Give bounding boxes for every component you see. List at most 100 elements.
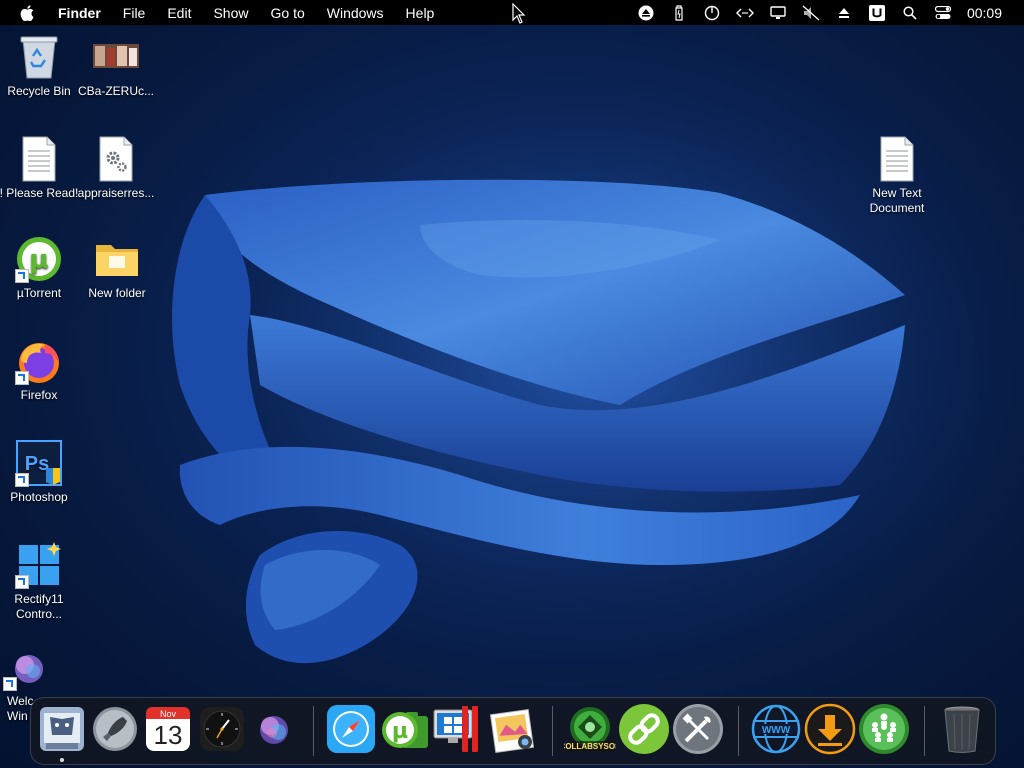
utorrent-icon: µ — [382, 712, 428, 748]
dock-photos[interactable] — [486, 703, 538, 755]
dock-network[interactable] — [858, 703, 910, 755]
firefox-icon — [15, 337, 63, 385]
mouse-cursor-icon — [512, 3, 526, 24]
svg-text:Ps: Ps — [25, 453, 49, 475]
desktop-icon-label: Rectify11 Contro... — [14, 592, 64, 621]
svg-text:µ: µ — [29, 245, 48, 275]
text-file-icon — [15, 135, 63, 183]
desktop-icon-new-text-document[interactable]: New Text Document — [855, 135, 939, 216]
shortcut-arrow-icon — [15, 269, 29, 283]
shortcut-arrow-icon — [15, 371, 29, 385]
desktop-icon-label: µTorrent — [16, 286, 62, 300]
image-thumbnail-icon — [92, 33, 140, 81]
control-center-icon[interactable] — [934, 5, 952, 21]
desktop-icon-label: appraiserres... — [77, 186, 155, 200]
network-people-icon — [859, 704, 909, 754]
shortcut-arrow-icon — [15, 473, 29, 487]
dock-separator — [924, 706, 925, 756]
menu-windows[interactable]: Windows — [327, 5, 384, 21]
eject-icon[interactable] — [637, 5, 655, 21]
dock-calendar[interactable]: Nov 13 — [142, 703, 194, 755]
desktop-icon-photoshop[interactable]: Ps Photoshop — [0, 439, 81, 505]
dock-safari[interactable] — [325, 703, 377, 755]
dock-www[interactable]: WWW — [750, 703, 802, 755]
calendar-month: Nov — [160, 709, 177, 719]
collabsysos-icon: COLLABSYSOS — [564, 707, 616, 751]
rocket-icon — [93, 707, 137, 751]
running-indicator — [60, 758, 64, 762]
muted-icon[interactable] — [802, 5, 820, 21]
dock-utorrent[interactable]: µ — [378, 703, 430, 755]
photoshop-icon: Ps — [15, 439, 63, 487]
dock-download[interactable] — [804, 703, 856, 755]
u-badge-icon[interactable] — [868, 4, 886, 21]
power-icon[interactable] — [703, 5, 721, 21]
desktop-icon-please-read[interactable]: ! Please Read! — [0, 135, 81, 201]
siri-orb-icon — [260, 716, 288, 744]
display-icon[interactable] — [769, 5, 787, 21]
battery-icon[interactable] — [670, 4, 688, 21]
desktop-icon-image-file[interactable]: CBa-ZERUc... — [74, 33, 158, 99]
collabsysos-label: COLLABSYSOS — [564, 742, 616, 751]
utorrent-icon: µ — [15, 235, 63, 283]
shortcut-arrow-icon — [15, 575, 29, 589]
dock-siri[interactable] — [247, 703, 299, 755]
dock-collabsysos[interactable]: COLLABSYSOS — [564, 703, 616, 755]
tools-icon — [673, 704, 723, 754]
desktop-icon-utorrent[interactable]: µ µTorrent — [0, 235, 81, 301]
calendar-day: 13 — [154, 720, 183, 750]
menu-app-name[interactable]: Finder — [58, 5, 101, 21]
dock-finder[interactable] — [36, 703, 88, 755]
welcome-orb-icon — [3, 643, 51, 691]
desktop-icon-appraiserres[interactable]: appraiserres... — [74, 135, 158, 201]
desktop-icon-rectify11[interactable]: Rectify11 Contro... — [0, 541, 81, 622]
dock-separator — [313, 706, 314, 756]
recycle-bin-icon — [15, 33, 63, 81]
folder-icon — [93, 235, 141, 283]
desktop-icon-label: New folder — [88, 286, 146, 300]
dock-separator — [738, 706, 739, 756]
desktop-icon-label: Firefox — [20, 388, 58, 402]
menu-go-to[interactable]: Go to — [271, 5, 305, 21]
menu-show[interactable]: Show — [213, 5, 248, 21]
menu-edit[interactable]: Edit — [167, 5, 191, 21]
desktop-icon-firefox[interactable]: Firefox — [0, 337, 81, 403]
parallels-icon — [433, 706, 478, 752]
search-icon[interactable] — [901, 5, 919, 21]
desktop-icon-label: Recycle Bin — [7, 84, 71, 98]
dock-trash[interactable] — [936, 703, 988, 755]
code-icon[interactable] — [735, 5, 754, 21]
chain-link-icon — [619, 704, 669, 754]
desktop-icon-label: Photoshop — [10, 490, 68, 504]
dock-parallels[interactable] — [432, 703, 484, 755]
dock-link[interactable] — [618, 703, 670, 755]
menu-clock[interactable]: 00:09 — [967, 5, 1002, 21]
desktop-icon-new-folder[interactable]: New folder — [75, 235, 159, 301]
text-file-icon — [873, 135, 921, 183]
status-area: 00:09 — [637, 0, 1024, 25]
calendar-icon: Nov 13 — [146, 707, 190, 751]
menu-file[interactable]: File — [123, 5, 146, 21]
download-arrow-icon — [804, 703, 856, 755]
photos-icon — [489, 708, 535, 754]
desktop-icon-recycle-bin[interactable]: Recycle Bin — [0, 33, 81, 99]
dock-launchpad[interactable] — [89, 703, 141, 755]
dock: Nov 13 µ OLLABSYSO WWW — [30, 697, 996, 765]
settings-file-icon — [92, 135, 140, 183]
dock-clock[interactable] — [196, 703, 248, 755]
svg-text:WWW: WWW — [762, 725, 791, 736]
menu-help[interactable]: Help — [406, 5, 435, 21]
windows-logo-icon — [15, 541, 63, 589]
desktop-icon-label: New Text Document — [869, 186, 925, 215]
dock-separator — [552, 706, 553, 756]
dock-tools[interactable] — [672, 703, 724, 755]
trash-icon — [944, 706, 980, 753]
compass-icon — [327, 705, 375, 753]
globe-www-icon: WWW — [751, 704, 801, 754]
apple-menu-icon[interactable] — [20, 4, 40, 21]
svg-text:µ: µ — [392, 719, 408, 744]
finder-icon — [40, 707, 84, 751]
desktop-icon-label: ! Please Read! — [0, 186, 79, 200]
clock-icon — [200, 707, 244, 751]
upload-icon[interactable] — [835, 5, 853, 21]
